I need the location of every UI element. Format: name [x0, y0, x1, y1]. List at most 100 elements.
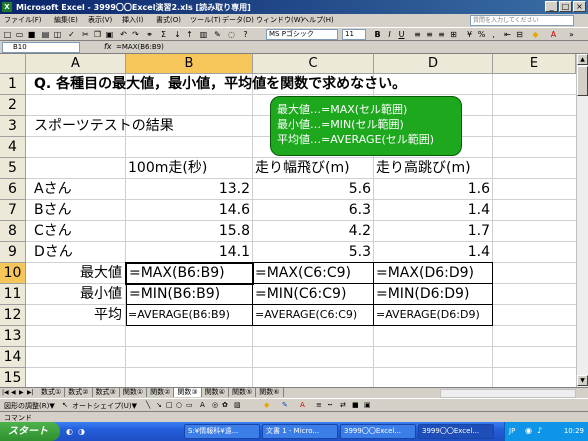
cell-a11[interactable]: 最小値: [26, 284, 122, 304]
picture-icon[interactable]: ▨: [234, 401, 241, 409]
print-icon[interactable]: ▤: [40, 29, 51, 40]
font-size-select[interactable]: 11: [342, 29, 366, 40]
comma-icon[interactable]: ,: [488, 29, 499, 40]
arrow-style-icon[interactable]: ⇄: [340, 401, 346, 409]
cell-b7[interactable]: 14.6: [126, 200, 250, 220]
fill-color-icon[interactable]: ◆: [530, 29, 541, 40]
row-header-13[interactable]: 13: [0, 326, 26, 347]
zoom-icon[interactable]: ◌: [226, 29, 237, 40]
cell-a6[interactable]: Aさん: [34, 179, 72, 199]
cell-d12[interactable]: =AVERAGE(D6:D9): [376, 305, 480, 325]
cell-a10[interactable]: 最大値: [26, 263, 122, 283]
autosum-icon[interactable]: Σ: [158, 29, 169, 40]
sort-asc-icon[interactable]: ↓: [172, 29, 183, 40]
hyperlink-icon[interactable]: ⚭: [144, 29, 155, 40]
column-header-c[interactable]: C: [253, 54, 374, 74]
align-left-icon[interactable]: ≡: [412, 29, 423, 40]
menu-file[interactable]: ファイル(F): [4, 15, 42, 25]
font-name-select[interactable]: MS Pゴシック: [266, 29, 338, 40]
line-icon[interactable]: ╲: [146, 401, 150, 409]
row-header-12[interactable]: 12: [0, 305, 26, 326]
cell-d6[interactable]: 1.6: [374, 179, 490, 199]
cell-b8[interactable]: 15.8: [126, 221, 250, 241]
cell-d9[interactable]: 1.4: [374, 242, 490, 262]
taskbar-button-excel-1[interactable]: 3999〇〇Excel...: [340, 424, 416, 439]
fx-icon[interactable]: fx: [104, 42, 112, 51]
percent-icon[interactable]: %: [476, 29, 487, 40]
sheet-tab[interactable]: 関数①: [120, 388, 148, 397]
toolbar-options-icon[interactable]: »: [566, 29, 577, 40]
column-header-b[interactable]: B: [126, 54, 253, 74]
quicklaunch-icon[interactable]: ◑: [78, 427, 85, 436]
bold-button[interactable]: B: [372, 29, 383, 40]
undo-icon[interactable]: ↶: [118, 29, 129, 40]
taskbar-button-excel-2[interactable]: 3999〇〇Excel...: [418, 424, 494, 439]
cell-b6[interactable]: 13.2: [126, 179, 250, 199]
sheet-tab-active[interactable]: 関数③: [174, 388, 202, 397]
underline-button[interactable]: U: [396, 29, 407, 40]
taskbar-button-word[interactable]: 文書 1 - Micro...: [262, 424, 338, 439]
cell-d8[interactable]: 1.7: [374, 221, 490, 241]
row-header-8[interactable]: 8: [0, 221, 26, 242]
menu-insert[interactable]: 挿入(I): [122, 15, 144, 25]
cell-d11[interactable]: =MIN(D6:D9): [376, 284, 469, 304]
spreadsheet-grid[interactable]: A B C D E 1 2 3 4 5 6 7 8 9 10 11 12 13 …: [0, 54, 576, 387]
scroll-up-icon[interactable]: ▲: [577, 54, 588, 65]
next-sheet-icon[interactable]: ▶: [19, 389, 24, 396]
sheet-tab[interactable]: 関数②: [147, 388, 175, 397]
cell-a9[interactable]: Dさん: [34, 242, 73, 262]
sheet-tab[interactable]: 数式③: [93, 388, 120, 397]
arrow-icon[interactable]: ↘: [156, 401, 162, 409]
taskbar-button-explorer[interactable]: S:¥情報科¥遠...: [184, 424, 260, 439]
cell-a3[interactable]: スポーツテストの結果: [34, 116, 174, 136]
menu-format[interactable]: 書式(O): [156, 15, 181, 25]
row-header-11[interactable]: 11: [0, 284, 26, 305]
cell-a7[interactable]: Bさん: [34, 200, 72, 220]
cell-b5[interactable]: 100m走(秒): [128, 158, 207, 178]
row-header-2[interactable]: 2: [0, 95, 26, 116]
redo-icon[interactable]: ↷: [130, 29, 141, 40]
row-header-7[interactable]: 7: [0, 200, 26, 221]
start-button[interactable]: スタート: [0, 422, 60, 441]
column-header-a[interactable]: A: [26, 54, 126, 74]
font-color-icon[interactable]: A: [300, 401, 305, 409]
tray-icon[interactable]: ◉: [525, 426, 532, 435]
prev-sheet-icon[interactable]: ◀: [11, 389, 16, 396]
menu-data[interactable]: データ(D): [222, 15, 254, 25]
sort-desc-icon[interactable]: ↑: [184, 29, 195, 40]
vertical-scrollbar[interactable]: ▲ ▼: [576, 54, 588, 387]
cell-c6[interactable]: 5.6: [253, 179, 371, 199]
select-objects-icon[interactable]: ↖: [62, 401, 68, 409]
rectangle-icon[interactable]: □: [166, 401, 173, 409]
sheet-tab[interactable]: 関数⑤: [229, 388, 257, 397]
fill-color-icon[interactable]: ◆: [264, 401, 269, 409]
help-search-input[interactable]: 質問を入力してください: [470, 15, 574, 26]
cell-c9[interactable]: 5.3: [253, 242, 371, 262]
menu-view[interactable]: 表示(V): [88, 15, 112, 25]
shadow-icon[interactable]: ■: [352, 401, 359, 409]
line-color-icon[interactable]: ✎: [282, 401, 288, 409]
select-all-corner[interactable]: [0, 54, 26, 74]
dash-style-icon[interactable]: ┅: [328, 401, 332, 409]
ime-indicator[interactable]: JP: [509, 427, 515, 435]
row-header-14[interactable]: 14: [0, 347, 26, 368]
cut-icon[interactable]: ✂: [80, 29, 91, 40]
oval-icon[interactable]: ○: [176, 401, 182, 409]
quicklaunch-icon[interactable]: ◐: [66, 427, 73, 436]
sheet-tab[interactable]: 関数④: [202, 388, 229, 397]
cell-b11[interactable]: =MIN(B6:B9): [129, 284, 220, 304]
wordart-icon[interactable]: A: [200, 401, 205, 409]
currency-icon[interactable]: ¥: [464, 29, 475, 40]
minimize-icon[interactable]: _: [545, 1, 558, 12]
menu-help[interactable]: ヘルプ(H): [302, 15, 334, 25]
merge-center-icon[interactable]: ⊞: [448, 29, 459, 40]
volume-icon[interactable]: ♪: [537, 426, 542, 435]
function-hint-shape[interactable]: 最大値…=MAX(セル範囲) 最小値…=MIN(セル範囲) 平均値…=AVERA…: [270, 96, 462, 156]
column-header-d[interactable]: D: [374, 54, 493, 74]
cell-c8[interactable]: 4.2: [253, 221, 371, 241]
cell-b10[interactable]: =MAX(B6:B9): [129, 263, 225, 283]
open-icon[interactable]: ▭: [14, 29, 25, 40]
column-header-e[interactable]: E: [493, 54, 576, 74]
save-icon[interactable]: ■: [26, 29, 37, 40]
scroll-down-icon[interactable]: ▼: [577, 375, 588, 386]
